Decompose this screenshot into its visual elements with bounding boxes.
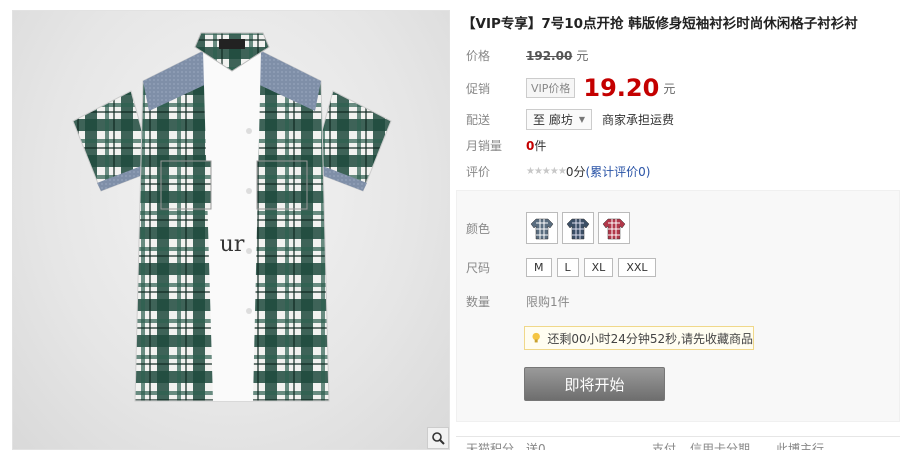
quantity-label: 数量: [466, 295, 491, 309]
color-swatch-navy[interactable]: [562, 212, 594, 244]
zoom-icon[interactable]: [427, 427, 449, 449]
color-row: 颜色: [466, 212, 634, 244]
svg-text:ur: ur: [220, 232, 245, 257]
size-option-xl[interactable]: XL: [583, 258, 614, 277]
color-swatch-gray-blue[interactable]: [526, 212, 558, 244]
size-option-l[interactable]: L: [556, 258, 579, 277]
vip-price-tag: VIP价格: [526, 78, 576, 98]
sales-unit: 件: [534, 139, 547, 153]
size-option-xxl[interactable]: XXL: [618, 258, 656, 277]
promo-unit: 元: [663, 81, 676, 96]
plaid-shirt-image: ur: [72, 32, 392, 402]
lightbulb-icon: [532, 332, 540, 343]
review-count-link[interactable]: (累计评价0): [585, 163, 650, 180]
price-row: 价格 192.00 元: [466, 47, 588, 64]
star-rating-icon: ★★★★★: [526, 166, 567, 177]
countdown-notice: 还剩00小时24分钟52秒,请先收藏商品: [524, 326, 754, 350]
promo-price: 19.20: [583, 74, 660, 102]
sales-row: 月销量 0 件: [466, 137, 546, 154]
shipping-label: 配送: [466, 113, 491, 127]
size-row: 尺码 M L XL XXL: [466, 258, 661, 277]
coming-soon-button[interactable]: 即将开始: [524, 367, 665, 401]
shipping-note: 商家承担运费: [601, 113, 674, 127]
review-score: 0分: [565, 165, 586, 179]
product-image[interactable]: ur: [12, 10, 450, 450]
more-link[interactable]: 此博主行: [776, 440, 824, 450]
size-option-m[interactable]: M: [526, 258, 552, 277]
promo-label: 促销: [466, 81, 491, 96]
color-label: 颜色: [466, 221, 491, 236]
destination-value: 至 廊坊: [533, 113, 573, 127]
quantity-row: 数量 限购1件: [466, 293, 570, 310]
shipping-row: 配送 至 廊坊 ▼ 商家承担运费: [466, 109, 674, 130]
points-value: 送0: [526, 442, 546, 450]
chevron-down-icon: ▼: [578, 115, 585, 124]
color-swatch-red[interactable]: [598, 212, 630, 244]
price-unit: 元: [576, 49, 589, 63]
footer-strip: 天猫积分 送0 支付 信用卡分期 此博主行: [456, 436, 900, 450]
pay-option[interactable]: 信用卡分期: [690, 440, 750, 450]
review-row: 评价 ★★★★★ 0分 (累计评价0): [466, 163, 650, 180]
size-label: 尺码: [466, 261, 491, 275]
quantity-limit: 限购1件: [526, 295, 570, 309]
review-label: 评价: [466, 165, 491, 179]
product-page: ur 【VIP专享】7号10点开抢 韩版修身短袖衬衫时尚休闲格子衬衫衬 价格 1…: [0, 0, 900, 450]
sales-count: 0: [526, 138, 535, 153]
countdown-text: 还剩00小时24分钟52秒,请先收藏商品: [547, 331, 753, 346]
original-price: 192.00: [526, 48, 573, 63]
service-label: 支付: [652, 442, 677, 450]
sales-label: 月销量: [466, 139, 503, 153]
promo-row: 促销 VIP价格 19.20 元: [466, 74, 675, 102]
product-title: 【VIP专享】7号10点开抢 韩版修身短袖衬衫时尚休闲格子衬衫衬: [462, 16, 858, 32]
price-label: 价格: [466, 49, 491, 63]
destination-select[interactable]: 至 廊坊 ▼: [526, 109, 592, 130]
points-label: 天猫积分: [466, 442, 515, 450]
